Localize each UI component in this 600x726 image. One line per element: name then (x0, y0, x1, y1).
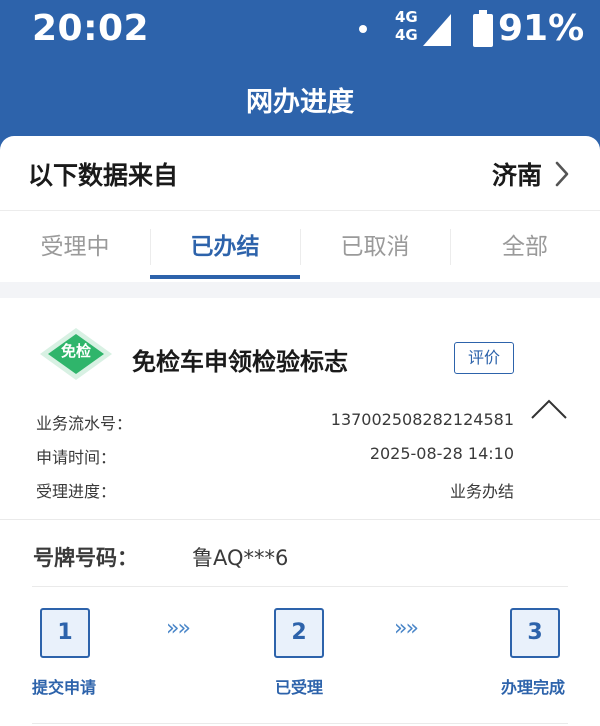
divider (0, 519, 600, 520)
notification-dot-icon (359, 25, 367, 33)
signal-icon (423, 14, 451, 46)
chevron-right-icon[interactable] (554, 160, 570, 188)
network-indicator: 4G 4G (395, 8, 418, 44)
rate-button[interactable]: 评价 (454, 342, 514, 374)
battery-percentage: 91% (498, 8, 585, 49)
step-arrow-icon: »» (166, 616, 191, 641)
apply-time-value: 2025-08-28 14:10 (369, 444, 514, 463)
data-source-city[interactable]: 济南 (492, 156, 542, 192)
record-card: 免检 免检车申领检验标志 评价 业务流水号： 13700250828212458… (0, 298, 600, 726)
step-1-label: 提交申请 (32, 678, 97, 697)
serial-number-value: 137002508282124581 (330, 410, 514, 429)
progress-label: 受理进度： (36, 482, 117, 501)
network-type-top: 4G (395, 8, 418, 26)
tab-all[interactable]: 全部 (450, 211, 600, 283)
active-tab-indicator (150, 275, 300, 279)
tab-cancelled[interactable]: 已取消 (300, 211, 450, 283)
divider (32, 586, 568, 587)
page-title: 网办进度 (246, 87, 354, 118)
data-source-label: 以下数据来自 (28, 161, 179, 190)
plate-label: 号牌号码： (33, 546, 138, 570)
plate-value: 鲁AQ***6 (192, 546, 289, 570)
divider (32, 723, 568, 724)
step-3-label: 办理完成 (501, 678, 566, 697)
step-2-number: 2 (274, 608, 324, 658)
service-title: 免检车申领检验标志 (132, 348, 348, 376)
step-3-number: 3 (510, 608, 560, 658)
chevron-up-icon[interactable] (530, 398, 568, 420)
step-2-label: 已受理 (275, 678, 324, 697)
data-source-selector[interactable]: 以下数据来自 济南 (0, 136, 600, 210)
serial-number-label: 业务流水号： (36, 414, 133, 433)
step-1-number: 1 (40, 608, 90, 658)
network-type-bottom: 4G (395, 26, 418, 44)
tab-completed[interactable]: 已办结 (150, 211, 300, 283)
progress-value: 业务办结 (449, 482, 514, 501)
battery-icon (473, 10, 493, 47)
apply-time-label: 申请时间： (36, 448, 117, 467)
tab-processing[interactable]: 受理中 (0, 211, 150, 283)
status-time: 20:02 (32, 8, 150, 49)
exempt-badge-text: 免检 (60, 342, 91, 360)
step-arrow-icon: »» (394, 616, 419, 641)
app-header: 20:02 4G 4G 91% 网办进度 (0, 0, 600, 150)
status-tabs: 受理中 已办结 已取消 全部 (0, 210, 600, 282)
